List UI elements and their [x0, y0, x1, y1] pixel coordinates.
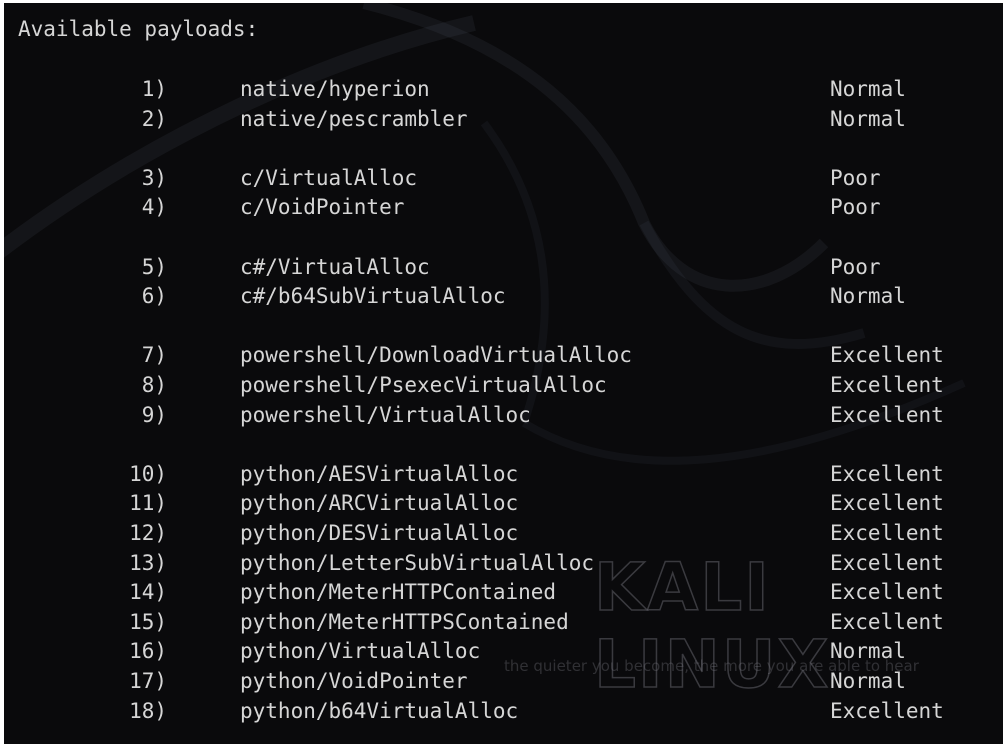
- payload-name: native/pescrambler: [240, 106, 468, 131]
- payload-row: 6) c#/b64SubVirtualAlloc Normal: [4, 282, 1003, 312]
- payload-rating: Excellent: [830, 550, 944, 575]
- payload-rating: Poor: [830, 195, 881, 220]
- payload-row: 14) python/MeterHTTPContained Excellent: [4, 578, 1003, 608]
- payload-rating: Excellent: [830, 461, 944, 486]
- payload-rating: Excellent: [830, 491, 944, 516]
- payload-number: 17): [129, 669, 167, 693]
- payload-name: python/VoidPointer: [240, 669, 468, 693]
- payload-number: 14): [129, 580, 167, 605]
- payload-name: python/ARCVirtualAlloc: [240, 491, 519, 516]
- payload-rating: Normal: [830, 77, 906, 101]
- payload-row: 2) native/pescrambler Normal: [4, 105, 1003, 135]
- payload-row: 3) c/VirtualAlloc Poor: [4, 164, 1003, 194]
- payload-name: python/b64VirtualAlloc: [240, 698, 519, 723]
- payload-name: python/LetterSubVirtualAlloc: [240, 550, 595, 575]
- payload-row: 1) native/hyperion Normal: [4, 75, 1003, 105]
- payload-name: powershell/VirtualAlloc: [240, 402, 531, 427]
- payload-name: python/DESVirtualAlloc: [240, 521, 519, 545]
- payload-number: 18): [129, 698, 167, 723]
- payload-rating: Poor: [830, 254, 881, 279]
- payload-rating: Excellent: [830, 698, 944, 723]
- payload-rating: Excellent: [830, 521, 944, 545]
- payload-rating: Normal: [830, 106, 906, 131]
- payload-row: 17) python/VoidPointer Normal: [4, 667, 1003, 697]
- payload-row: 5) c#/VirtualAlloc Poor: [4, 253, 1003, 283]
- payload-number: 8): [141, 373, 167, 397]
- payload-number: 3): [141, 165, 167, 190]
- payload-number: 2): [141, 106, 167, 131]
- payload-row: 16) python/VirtualAlloc Normal: [4, 637, 1003, 667]
- payload-row: 13) python/LetterSubVirtualAlloc Excellent: [4, 549, 1003, 579]
- payload-row: 12) python/DESVirtualAlloc Excellent: [4, 519, 1003, 549]
- payload-row: 11) python/ARCVirtualAlloc Excellent: [4, 489, 1003, 519]
- payload-number: 15): [129, 609, 167, 634]
- payload-number: 16): [129, 639, 167, 664]
- payload-number: 9): [141, 402, 167, 427]
- payload-name: powershell/PsexecVirtualAlloc: [240, 373, 607, 397]
- payload-number: 1): [141, 77, 167, 101]
- payload-name: c/VoidPointer: [240, 195, 405, 220]
- terminal-window[interactable]: KALI LINUX the quieter you become, the m…: [4, 3, 1003, 744]
- payload-number: 12): [129, 521, 167, 545]
- payload-name: powershell/DownloadVirtualAlloc: [240, 343, 632, 368]
- payload-row: 8) powershell/PsexecVirtualAlloc Excellent: [4, 371, 1003, 401]
- payload-rating: Normal: [830, 669, 906, 693]
- payload-name: python/MeterHTTPSContained: [240, 609, 569, 634]
- payload-number: 7): [141, 343, 167, 368]
- payload-rating: Excellent: [830, 609, 944, 634]
- payloads-header: Available payloads:: [18, 17, 259, 41]
- payload-rating: Poor: [830, 165, 881, 190]
- payload-row: 15) python/MeterHTTPSContained Excellent: [4, 608, 1003, 638]
- payload-rating: Normal: [830, 639, 906, 664]
- payload-row: 18) python/b64VirtualAlloc Excellent: [4, 697, 1003, 727]
- payload-number: 5): [141, 254, 167, 279]
- payload-name: c/VirtualAlloc: [240, 165, 418, 190]
- payload-name: c#/b64SubVirtualAlloc: [240, 284, 506, 309]
- payload-number: 11): [129, 491, 167, 516]
- payload-name: c#/VirtualAlloc: [240, 254, 430, 279]
- payload-number: 10): [129, 461, 167, 486]
- payload-name: python/AESVirtualAlloc: [240, 461, 519, 486]
- payload-number: 6): [141, 284, 167, 309]
- payload-name: python/VirtualAlloc: [240, 639, 481, 664]
- payload-row: 4) c/VoidPointer Poor: [4, 193, 1003, 223]
- payload-name: native/hyperion: [240, 77, 430, 101]
- payload-name: python/MeterHTTPContained: [240, 580, 557, 605]
- payload-row: 7) powershell/DownloadVirtualAlloc Excelle…: [4, 341, 1003, 371]
- payload-rating: Excellent: [830, 402, 944, 427]
- payload-row: 9) powershell/VirtualAlloc Excellent: [4, 401, 1003, 431]
- payload-rating: Normal: [830, 284, 906, 309]
- payload-rating: Excellent: [830, 373, 944, 397]
- payload-number: 13): [129, 550, 167, 575]
- payload-rating: Excellent: [830, 343, 944, 368]
- payload-rating: Excellent: [830, 580, 944, 605]
- payload-number: 4): [141, 195, 167, 220]
- payload-row: 10) python/AESVirtualAlloc Excellent: [4, 460, 1003, 490]
